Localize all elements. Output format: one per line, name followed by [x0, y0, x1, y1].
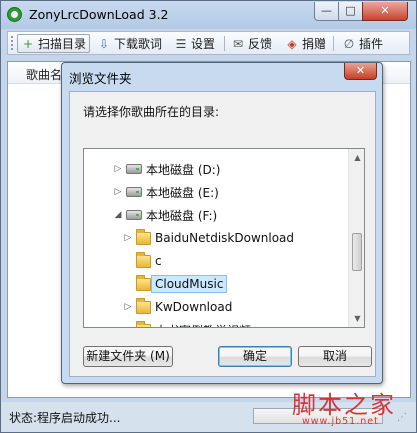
settings-label: 设置 [191, 37, 216, 51]
cancel-button[interactable]: 取消 [298, 346, 372, 367]
folder-icon [136, 274, 151, 291]
mail-icon: ✉ [232, 36, 244, 51]
toolbar-separator [333, 36, 334, 51]
tree-item[interactable]: ◢ 本地磁盘 (F:) [84, 204, 348, 226]
tree-expander-icon[interactable]: ◢ [112, 210, 124, 220]
tree-item[interactable]: ▷ KwDownload [84, 296, 348, 318]
folder-icon [136, 297, 151, 314]
tree-item-label: 本书案例教学视频 [155, 322, 251, 328]
tree-item-label: CloudMusic [151, 275, 228, 293]
tree-item-label: c [155, 254, 162, 268]
status-bar: 状态:程序启动成功... ⋰ [1, 402, 416, 432]
dialog-body: 请选择你歌曲所在的目录: ▷ 本地磁盘 (D:) ▷ 本地磁盘 (E:) ◢ 本地磁盘 (… [69, 91, 376, 377]
tree-expander-icon[interactable]: ▷ [112, 164, 124, 174]
status-text: 状态:程序启动成功... [9, 411, 121, 425]
plus-icon: + [22, 36, 34, 51]
tree-expander-icon[interactable]: ▷ [122, 302, 134, 312]
tree-item-label: 本地磁盘 (E:) [146, 185, 219, 200]
folder-tree[interactable]: ▷ 本地磁盘 (D:) ▷ 本地磁盘 (E:) ◢ 本地磁盘 (F:) ▷ BaiduNetd… [83, 148, 365, 328]
download-lyrics-label: 下载歌词 [114, 37, 163, 51]
dialog-title: 浏览文件夹 [69, 71, 132, 86]
toolbar-separator [224, 36, 225, 51]
tree-item-label: KwDownload [155, 300, 233, 314]
settings-icon: ☰ [175, 36, 187, 51]
resize-grip-icon[interactable]: ⋰ [397, 412, 407, 423]
donate-button[interactable]: ◈ 捐赠 [282, 34, 329, 53]
drive-icon [126, 164, 142, 174]
scroll-up-arrow-icon[interactable]: ▲ [349, 149, 364, 166]
paperclip-icon: ∅ [343, 36, 355, 51]
tree-item[interactable]: ▷ BaiduNetdiskDownload [84, 227, 348, 249]
column-header-song[interactable]: 歌曲名 [26, 66, 62, 83]
tree-expander-icon[interactable]: ▷ [112, 187, 124, 197]
download-lyrics-button[interactable]: ⇩ 下载歌词 [94, 34, 165, 53]
maximize-button[interactable]: □ [338, 2, 363, 21]
tree-item[interactable]: CloudMusic [84, 273, 348, 295]
ok-button[interactable]: 确定 [218, 346, 292, 367]
feedback-button[interactable]: ✉ 反馈 [228, 34, 275, 53]
plugins-label: 插件 [359, 37, 384, 51]
progress-bar [253, 408, 383, 424]
folder-icon [136, 320, 151, 327]
tree-item[interactable]: ▷ 本地磁盘 (E:) [84, 181, 348, 203]
tree-expander-icon[interactable]: ▷ [122, 233, 134, 243]
minimize-button[interactable]: — [314, 2, 339, 21]
settings-button[interactable]: ☰ 设置 [171, 34, 218, 53]
new-folder-button[interactable]: 新建文件夹 (M) [83, 346, 173, 367]
plugins-button[interactable]: ∅ 插件 [339, 34, 386, 53]
close-button[interactable]: ✕ [362, 2, 408, 21]
folder-icon [136, 228, 151, 245]
window-title: ZonyLrcDownLoad 3.2 [29, 7, 169, 22]
browse-folder-dialog: 浏览文件夹 ✕ 请选择你歌曲所在的目录: ▷ 本地磁盘 (D:) ▷ 本地磁盘 (E:… [61, 62, 383, 384]
download-icon: ⇩ [98, 36, 110, 51]
tree-item-label: 本地磁盘 (F:) [146, 208, 218, 223]
toolbar-grip[interactable] [11, 36, 14, 50]
app-icon [7, 7, 22, 22]
scan-folder-button[interactable]: + 扫描目录 [17, 34, 91, 53]
scan-folder-label: 扫描目录 [38, 37, 87, 51]
title-bar[interactable]: ZonyLrcDownLoad 3.2 — □ ✕ [1, 1, 416, 29]
toolbar: + 扫描目录 ⇩ 下载歌词 ☰ 设置 ✉ 反馈 ◈ 捐赠 ∅ 插件 [7, 31, 410, 55]
feedback-label: 反馈 [248, 37, 273, 51]
tree-item[interactable]: 本书案例教学视频 [84, 319, 348, 328]
drive-icon [126, 210, 142, 220]
dialog-close-button[interactable]: ✕ [344, 63, 377, 80]
tree-item[interactable]: ▷ 本地磁盘 (D:) [84, 158, 348, 180]
drive-icon [126, 187, 142, 197]
scroll-down-arrow-icon[interactable]: ▼ [349, 310, 364, 327]
tag-icon: ◈ [287, 36, 297, 51]
tree-item[interactable]: c [84, 250, 348, 272]
scroll-thumb[interactable] [352, 233, 362, 271]
dialog-prompt: 请选择你歌曲所在的目录: [83, 105, 220, 119]
donate-label: 捐赠 [302, 37, 327, 51]
tree-item-label: BaiduNetdiskDownload [155, 231, 295, 245]
folder-icon [136, 251, 151, 268]
tree-item-label: 本地磁盘 (D:) [146, 162, 221, 177]
tree-scrollbar[interactable]: ▲ ▼ [348, 149, 364, 327]
dialog-title-bar[interactable]: 浏览文件夹 ✕ [62, 63, 382, 87]
